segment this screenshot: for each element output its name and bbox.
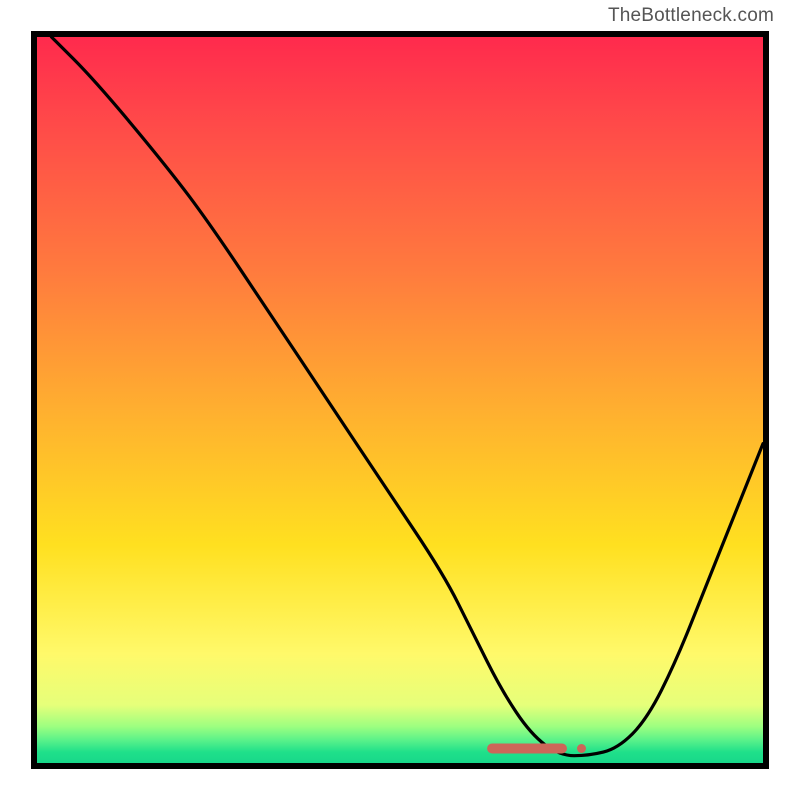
stage: TheBottleneck.com	[0, 0, 800, 800]
chart-overlay	[37, 37, 763, 763]
minimum-marker-dot	[577, 744, 586, 753]
minimum-marker	[487, 744, 586, 754]
bottleneck-curve-path	[52, 37, 764, 756]
minimum-marker-bar	[487, 744, 567, 754]
watermark-text: TheBottleneck.com	[608, 5, 774, 27]
bottleneck-curve	[52, 37, 764, 756]
plot-frame	[31, 31, 769, 769]
